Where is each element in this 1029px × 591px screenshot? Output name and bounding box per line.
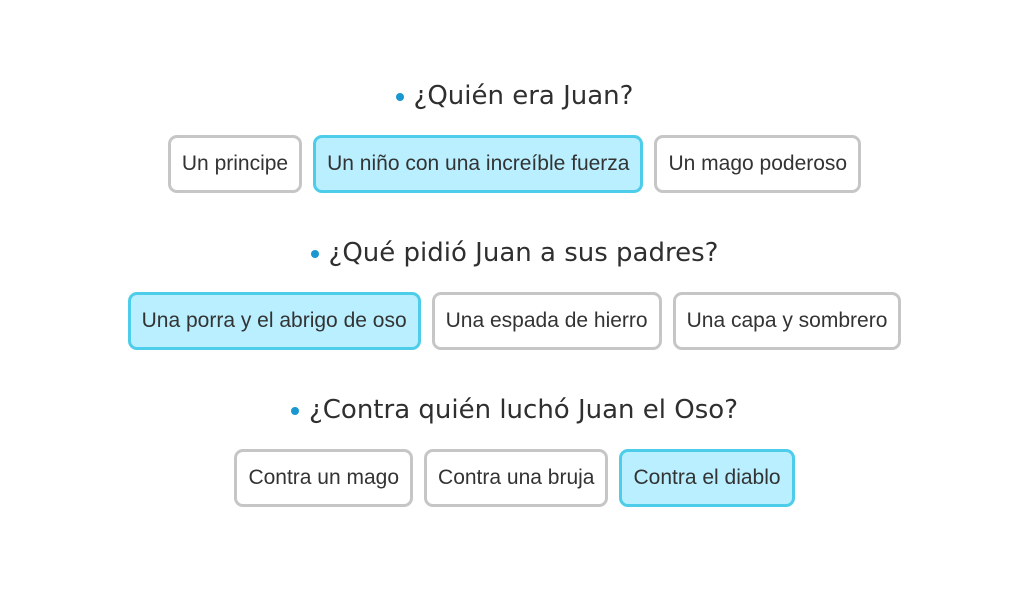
option-button[interactable]: Una espada de hierro (431, 292, 662, 350)
bullet-icon (290, 407, 299, 415)
option-button[interactable]: Contra una bruja (424, 449, 609, 507)
question-text: ¿Contra quién luchó Juan el Oso? (308, 395, 739, 425)
option-button[interactable]: Una porra y el abrigo de oso (127, 292, 421, 350)
option-button[interactable]: Contra el diablo (619, 449, 795, 507)
question-text: ¿Qué pidió Juan a sus padres? (328, 238, 719, 268)
options-2: Una porra y el abrigo de oso Una espada … (127, 292, 902, 350)
question-2: ¿Qué pidió Juan a sus padres? (310, 236, 719, 270)
option-button[interactable]: Un principe (167, 135, 303, 193)
bullet-icon (395, 93, 404, 101)
options-1: Un principe Un niño con una increíble fu… (167, 135, 862, 193)
option-button[interactable]: Un niño con una increíble fuerza (313, 135, 644, 193)
option-button[interactable]: Un mago poderoso (654, 135, 862, 193)
option-button[interactable]: Contra un mago (234, 449, 414, 507)
question-block-3: ¿Contra quién luchó Juan el Oso? Contra … (0, 393, 1029, 507)
question-3: ¿Contra quién luchó Juan el Oso? (290, 393, 739, 427)
option-button[interactable]: Una capa y sombrero (672, 292, 902, 350)
quiz: ¿Quién era Juan? Un principe Un niño con… (0, 0, 1029, 591)
bullet-icon (310, 250, 319, 258)
question-block-1: ¿Quién era Juan? Un principe Un niño con… (0, 79, 1029, 193)
question-text: ¿Quién era Juan? (413, 81, 634, 111)
options-3: Contra un mago Contra una bruja Contra e… (234, 449, 795, 507)
question-block-2: ¿Qué pidió Juan a sus padres? Una porra … (0, 236, 1029, 350)
question-1: ¿Quién era Juan? (395, 79, 634, 113)
